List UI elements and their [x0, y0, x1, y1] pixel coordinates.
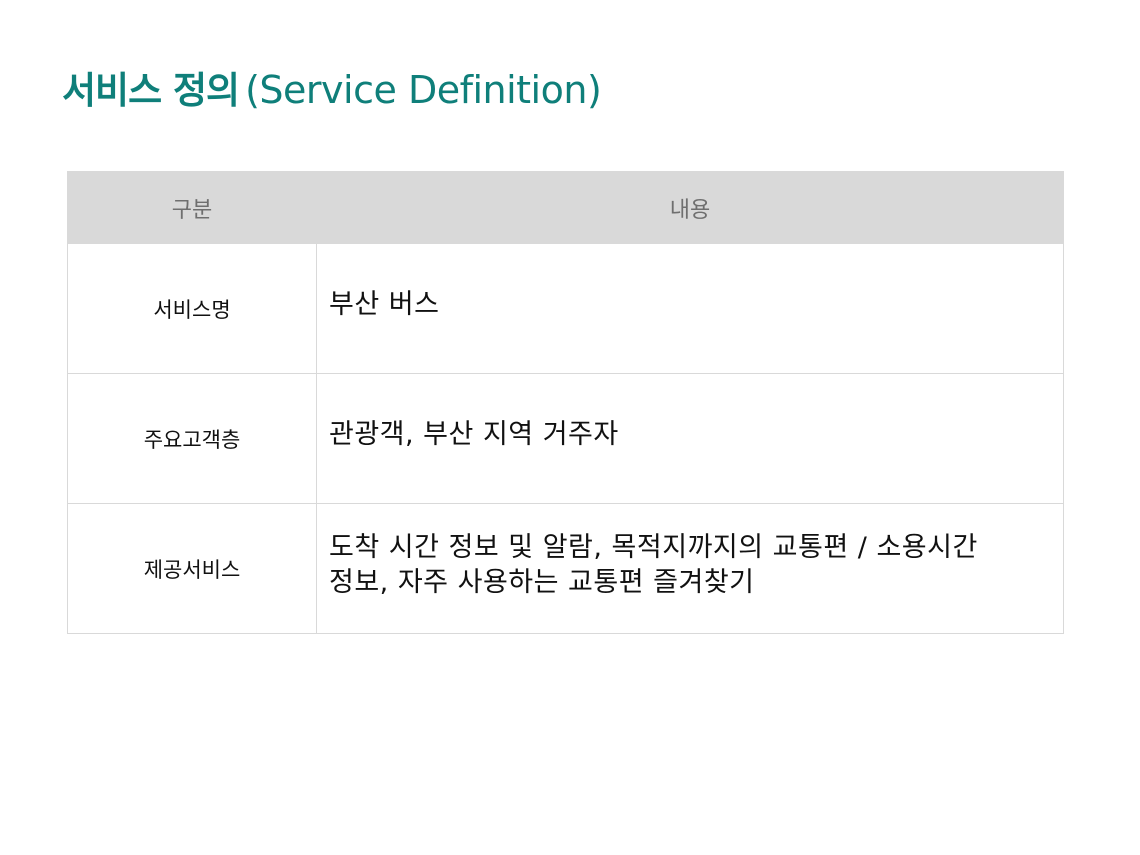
table-row: 제공서비스 도착 시간 정보 및 알람, 목적지까지의 교통편 / 소용시간 정… — [67, 503, 1064, 634]
table-header-row: 구분 내용 — [67, 171, 1064, 244]
table-row: 주요고객층 관광객, 부산 지역 거주자 — [67, 373, 1064, 504]
header-category: 구분 — [67, 171, 317, 244]
title-korean: 서비스 정의 — [62, 69, 240, 112]
header-content: 내용 — [316, 171, 1064, 244]
row-content-target-customers: 관광객, 부산 지역 거주자 — [316, 373, 1064, 504]
service-definition-table: 구분 내용 서비스명 부산 버스 주요고객층 관광객, 부산 지역 거주자 제공… — [67, 171, 1064, 634]
row-category-target-customers: 주요고객층 — [67, 373, 317, 504]
row-content-service-name: 부산 버스 — [316, 243, 1064, 374]
row-category-provided-services: 제공서비스 — [67, 503, 317, 634]
table-row: 서비스명 부산 버스 — [67, 243, 1064, 374]
title-english: (Service Definition) — [245, 68, 602, 112]
row-content-provided-services: 도착 시간 정보 및 알람, 목적지까지의 교통편 / 소용시간 정보, 자주 … — [316, 503, 1064, 634]
row-category-service-name: 서비스명 — [67, 243, 317, 374]
slide-title: 서비스 정의 (Service Definition) — [62, 62, 602, 118]
